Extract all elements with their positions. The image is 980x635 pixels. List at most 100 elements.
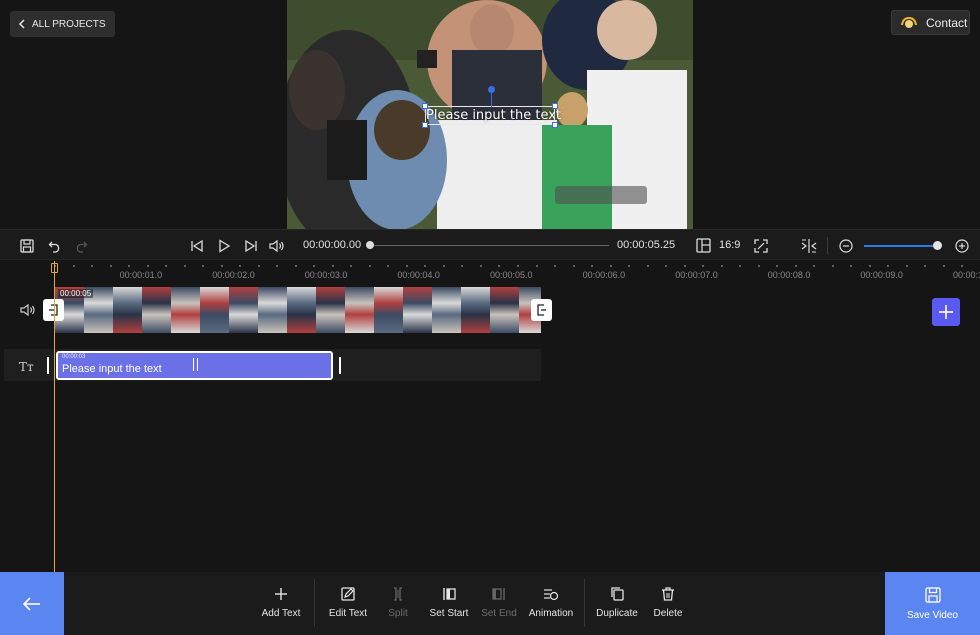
video-preview[interactable]: Please input the text	[287, 0, 693, 229]
floppy-icon	[19, 238, 34, 253]
add-text-button[interactable]: Add Text	[261, 586, 301, 619]
aspect-ratio-button[interactable]	[695, 237, 712, 254]
ruler-label: 00:00:01.0	[119, 270, 163, 280]
video-clip-timestamp: 00:00:05	[58, 289, 94, 298]
video-clip[interactable]: 00:00:05	[54, 287, 541, 333]
duplicate-button[interactable]: Duplicate	[596, 586, 638, 619]
all-projects-button[interactable]: ALL PROJECTS	[10, 11, 115, 37]
fullscreen-button[interactable]	[752, 237, 769, 254]
time-ruler[interactable]: 00:00:01.0 00:00:02.0 00:00:03.0 00:00:04.0…	[0, 261, 980, 283]
skip-back-icon	[190, 239, 203, 252]
seek-track[interactable]	[371, 245, 609, 246]
ruler-label: 00:00:03.0	[304, 270, 348, 280]
text-clip-end-marker[interactable]	[339, 357, 341, 374]
ruler-tick	[276, 265, 278, 267]
chevron-left-icon	[18, 19, 25, 29]
ruler-tick	[628, 265, 630, 267]
ruler-tick	[480, 265, 482, 267]
split-button[interactable]: Split	[388, 586, 408, 619]
text-clip-grip[interactable]	[193, 358, 198, 371]
rotate-handle[interactable]	[488, 86, 495, 93]
text-track-icon: Tт	[19, 360, 34, 374]
zoom-in-button[interactable]	[953, 237, 970, 254]
divider	[827, 237, 828, 254]
current-time: 00:00:00.00	[303, 239, 362, 251]
tool-label: Add Text	[261, 608, 301, 619]
add-clip-button[interactable]	[932, 298, 960, 326]
ruler-tick	[110, 265, 112, 267]
text-clip[interactable]: 00:00:03 Please input the text	[56, 351, 333, 380]
video-thumbnail-frame	[344, 287, 374, 333]
speaker-icon	[20, 303, 35, 317]
ruler-label: 00:00:06.0	[582, 270, 626, 280]
animation-button[interactable]: Animation	[529, 586, 573, 619]
ruler-tick	[443, 265, 445, 267]
ruler-tick	[536, 265, 538, 267]
total-time: 00:00:05.25	[617, 239, 676, 251]
ruler-tick	[184, 265, 186, 267]
plus-icon	[274, 588, 287, 600]
zoom-out-button[interactable]	[837, 237, 854, 254]
ruler-tick	[943, 265, 945, 267]
tool-label: Edit Text	[328, 608, 368, 619]
back-button[interactable]	[0, 572, 64, 635]
play-button[interactable]	[215, 237, 232, 254]
set-end-icon	[492, 588, 505, 600]
ruler-tick	[758, 265, 760, 267]
ruler-tick	[573, 265, 575, 267]
tool-label: Set End	[481, 608, 517, 619]
trash-icon	[662, 587, 674, 601]
set-start-icon	[443, 588, 456, 600]
ruler-tick	[554, 265, 556, 267]
volume-button[interactable]	[268, 237, 285, 254]
undo-button[interactable]	[46, 237, 63, 254]
text-clip-start-marker[interactable]	[47, 357, 49, 374]
ruler-label: 00:00:04.0	[397, 270, 440, 280]
set-start-button[interactable]: Set Start	[430, 586, 468, 619]
zoom-slider-thumb[interactable]	[933, 241, 942, 250]
rotate-line	[491, 93, 492, 107]
set-end-button[interactable]: Set End	[481, 586, 517, 619]
ruler-tick	[869, 265, 871, 267]
edit-text-button[interactable]: Edit Text	[329, 586, 367, 619]
overlay-text: Please input the text	[426, 108, 562, 123]
seek-thumb[interactable]	[366, 241, 374, 249]
ruler-tick	[239, 265, 241, 267]
video-thumbnail-frame	[402, 287, 432, 333]
timeline[interactable]: 00:00:01.0 00:00:02.0 00:00:03.0 00:00:04.0…	[0, 261, 980, 572]
redo-icon	[76, 241, 87, 253]
save-video-button[interactable]: Save Video	[885, 572, 980, 635]
video-thumbnail-frame	[373, 287, 403, 333]
delete-button[interactable]: Delete	[653, 586, 683, 619]
snap-icon	[801, 238, 816, 253]
ruler-tick	[406, 265, 408, 267]
playhead-handle[interactable]	[51, 263, 58, 273]
playback-controls: 00:00:00.00 00:00:05.25 16:9	[0, 229, 980, 260]
ruler-tick	[369, 265, 371, 267]
all-projects-label: ALL PROJECTS	[32, 18, 106, 30]
playhead-line[interactable]	[54, 261, 55, 572]
clip-trim-end-handle[interactable]	[531, 299, 552, 321]
tool-label: Delete	[653, 608, 683, 619]
contact-button[interactable]: Contact	[891, 10, 970, 35]
bracket-right-icon	[537, 304, 546, 316]
aspect-ratio-label[interactable]: 16:9	[719, 239, 740, 251]
expand-icon	[753, 238, 768, 253]
save-project-button[interactable]	[18, 237, 35, 254]
skip-to-end-button[interactable]	[242, 237, 259, 254]
text-overlay-box[interactable]: Please input the text	[422, 86, 562, 128]
snap-button[interactable]	[800, 237, 817, 254]
skip-to-start-button[interactable]	[188, 237, 205, 254]
editor-top-area: ALL PROJECTS Please input the text Conta…	[0, 0, 980, 229]
redo-button[interactable]	[72, 237, 89, 254]
zoom-in-icon	[954, 238, 969, 253]
play-icon	[218, 238, 230, 253]
zoom-slider-track[interactable]	[864, 245, 938, 247]
video-thumbnail-frame	[286, 287, 316, 333]
floppy-icon	[924, 586, 941, 603]
undo-icon	[48, 241, 59, 253]
ruler-tick	[424, 265, 426, 267]
ruler-tick	[461, 265, 463, 267]
track-mute-button[interactable]	[20, 303, 36, 322]
ruler-tick	[591, 265, 593, 267]
